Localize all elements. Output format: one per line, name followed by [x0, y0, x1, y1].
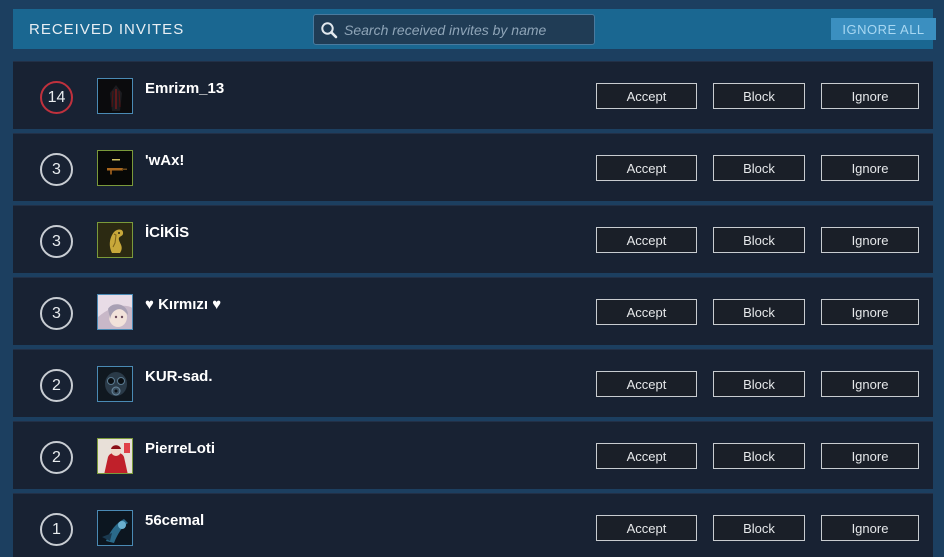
gas-mask-avatar[interactable]: [97, 366, 133, 402]
golden-seahorse-avatar[interactable]: [97, 222, 133, 258]
invite-row: 2 PierreLoti Accept Block Ignore: [13, 421, 933, 489]
search-input[interactable]: [344, 15, 594, 44]
accept-button[interactable]: Accept: [596, 227, 697, 253]
accept-button[interactable]: Accept: [596, 371, 697, 397]
search-icon: [314, 15, 344, 45]
red-character-avatar[interactable]: [97, 438, 133, 474]
invite-username[interactable]: Emrizm_13: [145, 80, 224, 97]
accept-button[interactable]: Accept: [596, 443, 697, 469]
ignore-button[interactable]: Ignore: [821, 83, 919, 109]
invites-header: RECEIVED INVITES IGNORE ALL: [13, 9, 936, 49]
invite-count-badge: 2: [40, 441, 73, 474]
invite-username[interactable]: 56cemal: [145, 512, 204, 529]
ignore-button[interactable]: Ignore: [821, 299, 919, 325]
invite-count-badge: 3: [40, 153, 73, 186]
ignore-button[interactable]: Ignore: [821, 515, 919, 541]
invite-username[interactable]: KUR-sad.: [145, 368, 213, 385]
accept-button[interactable]: Accept: [596, 83, 697, 109]
invite-username[interactable]: 'wAx!: [145, 152, 184, 169]
accept-button[interactable]: Accept: [596, 299, 697, 325]
block-button[interactable]: Block: [713, 83, 805, 109]
anime-girl-avatar[interactable]: [97, 294, 133, 330]
accept-button[interactable]: Accept: [596, 515, 697, 541]
invite-row: 3 'wAx! Accept Block Ignore: [13, 133, 933, 201]
block-button[interactable]: Block: [713, 443, 805, 469]
block-button[interactable]: Block: [713, 299, 805, 325]
invite-row: 3 İCİKİS Accept Block Ignore: [13, 205, 933, 273]
invite-count-badge: 1: [40, 513, 73, 546]
received-invites-page: RECEIVED INVITES IGNORE ALL 14: [0, 0, 944, 557]
rifle-avatar[interactable]: [97, 150, 133, 186]
invite-count-badge: 3: [40, 225, 73, 258]
ignore-button[interactable]: Ignore: [821, 227, 919, 253]
blue-figure-avatar[interactable]: [97, 510, 133, 546]
page-title: RECEIVED INVITES: [29, 21, 185, 38]
block-button[interactable]: Block: [713, 155, 805, 181]
invite-username[interactable]: PierreLoti: [145, 440, 215, 457]
invite-username[interactable]: ♥ Kırmızı ♥: [145, 296, 221, 313]
invite-username[interactable]: İCİKİS: [145, 224, 189, 241]
invite-row: 1 56cemal Accept Block Ignore: [13, 493, 933, 557]
block-button[interactable]: Block: [713, 227, 805, 253]
dark-figure-avatar[interactable]: [97, 78, 133, 114]
block-button[interactable]: Block: [713, 515, 805, 541]
invite-count-badge: 2: [40, 369, 73, 402]
ignore-button[interactable]: Ignore: [821, 371, 919, 397]
invite-count-badge: 3: [40, 297, 73, 330]
invite-row: 3 ♥ Kırmızı ♥ Accept Block Ignore: [13, 277, 933, 345]
ignore-button[interactable]: Ignore: [821, 443, 919, 469]
block-button[interactable]: Block: [713, 371, 805, 397]
invite-row: 2 KUR-sad. Accept Block Ignore: [13, 349, 933, 417]
search-box[interactable]: [313, 14, 595, 45]
ignore-button[interactable]: Ignore: [821, 155, 919, 181]
accept-button[interactable]: Accept: [596, 155, 697, 181]
invite-count-badge: 14: [40, 81, 73, 114]
invites-list: 14 Emrizm_13 Accept Block Ignore 3 'wAx!…: [13, 61, 933, 557]
ignore-all-button[interactable]: IGNORE ALL: [831, 18, 936, 40]
invite-row: 14 Emrizm_13 Accept Block Ignore: [13, 61, 933, 129]
